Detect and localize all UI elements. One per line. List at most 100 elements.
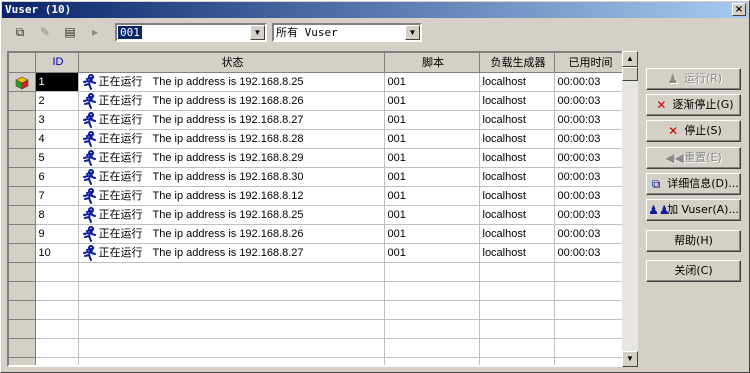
- cell-elapsed[interactable]: 00:00:03: [554, 243, 625, 263]
- run-one-icon[interactable]: ▸: [86, 23, 104, 41]
- close-button[interactable]: 关闭(C): [646, 260, 741, 282]
- row-header[interactable]: [9, 91, 36, 111]
- run-button[interactable]: ♟ 运行(R): [646, 68, 741, 90]
- row-header[interactable]: [9, 148, 36, 168]
- table-row[interactable]: 10 正在运行 The ip address is 192.168.8.27 001 l…: [9, 243, 625, 263]
- cell-status[interactable]: 正在运行 The ip address is 192.168.8.26: [78, 224, 385, 244]
- row-header[interactable]: [9, 243, 36, 263]
- cell-script[interactable]: 001: [384, 110, 480, 130]
- cell-id[interactable]: 7: [35, 186, 79, 206]
- help-button-label: 帮助(H): [674, 234, 713, 247]
- table-row[interactable]: 3 正在运行 The ip address is 192.168.8.27 001 lo…: [9, 110, 625, 130]
- cell-id[interactable]: 8: [35, 205, 79, 225]
- table-row[interactable]: 6 正在运行 The ip address is 192.168.8.30 001 lo…: [9, 167, 625, 187]
- scroll-down-icon[interactable]: ▼: [622, 351, 638, 367]
- chevron-down-icon[interactable]: ▼: [405, 25, 420, 40]
- cell-generator[interactable]: localhost: [479, 205, 555, 225]
- table-row[interactable]: 9 正在运行 The ip address is 192.168.8.26 001 lo…: [9, 224, 625, 244]
- cell-status[interactable]: 正在运行 The ip address is 192.168.8.26: [78, 91, 385, 111]
- cell-status[interactable]: 正在运行 The ip address is 192.168.8.30: [78, 167, 385, 187]
- cell-status[interactable]: 正在运行 The ip address is 192.168.8.25: [78, 205, 385, 225]
- table-row[interactable]: 4 正在运行 The ip address is 192.168.8.28 001 lo…: [9, 129, 625, 149]
- row-header[interactable]: [9, 224, 36, 244]
- cell-id[interactable]: 2: [35, 91, 79, 111]
- cell-elapsed[interactable]: 00:00:03: [554, 205, 625, 225]
- row-header[interactable]: [9, 129, 36, 149]
- cell-id[interactable]: 9: [35, 224, 79, 244]
- gradual-stop-button[interactable]: ✕ 逐渐停止(G): [646, 94, 741, 116]
- table-row[interactable]: 7 正在运行 The ip address is 192.168.8.12 001 lo…: [9, 186, 625, 206]
- vertical-scrollbar[interactable]: ▲ ▼: [622, 51, 638, 367]
- cell-elapsed[interactable]: 00:00:03: [554, 91, 625, 111]
- cell-script[interactable]: 001: [384, 91, 480, 111]
- cell-generator[interactable]: localhost: [479, 243, 555, 263]
- row-header[interactable]: [9, 110, 36, 130]
- cell-generator[interactable]: localhost: [479, 72, 555, 92]
- cell-generator[interactable]: localhost: [479, 91, 555, 111]
- cell-script[interactable]: 001: [384, 224, 480, 244]
- cell-generator[interactable]: localhost: [479, 186, 555, 206]
- reset-button[interactable]: ◀◀重置(E): [646, 147, 741, 169]
- row-header[interactable]: [9, 72, 36, 92]
- scroll-up-icon[interactable]: ▲: [622, 51, 638, 67]
- cell-status[interactable]: 正在运行 The ip address is 192.168.8.29: [78, 148, 385, 168]
- cell-id[interactable]: 4: [35, 129, 79, 149]
- cell-script[interactable]: 001: [384, 243, 480, 263]
- cell-generator[interactable]: localhost: [479, 148, 555, 168]
- cell-elapsed[interactable]: 00:00:03: [554, 224, 625, 244]
- row-header[interactable]: [9, 205, 36, 225]
- table-row[interactable]: 2 正在运行 The ip address is 192.168.8.26 001 lo…: [9, 91, 625, 111]
- cell-elapsed[interactable]: 00:00:03: [554, 110, 625, 130]
- scroll-thumb[interactable]: [622, 67, 638, 81]
- chevron-down-icon[interactable]: ▼: [250, 25, 265, 40]
- row-header[interactable]: [9, 167, 36, 187]
- column-header-id[interactable]: ID: [35, 53, 79, 73]
- table-row[interactable]: 8 正在运行 The ip address is 192.168.8.25 001 lo…: [9, 205, 625, 225]
- cell-status[interactable]: 正在运行 The ip address is 192.168.8.12: [78, 186, 385, 206]
- cell-script[interactable]: 001: [384, 129, 480, 149]
- cell-elapsed[interactable]: 00:00:03: [554, 148, 625, 168]
- cell-status[interactable]: 正在运行 The ip address is 192.168.8.28: [78, 129, 385, 149]
- cell-status[interactable]: 正在运行 The ip address is 192.168.8.27: [78, 243, 385, 263]
- cell-status[interactable]: 正在运行 The ip address is 192.168.8.27: [78, 110, 385, 130]
- cell-generator[interactable]: localhost: [479, 224, 555, 244]
- empty-cell: [78, 319, 385, 339]
- cell-script[interactable]: 001: [384, 186, 480, 206]
- cell-elapsed[interactable]: 00:00:03: [554, 167, 625, 187]
- cell-id[interactable]: 5: [35, 148, 79, 168]
- row-header[interactable]: [9, 186, 36, 206]
- column-header-script[interactable]: 脚本: [384, 53, 480, 73]
- add-vuser-button[interactable]: ♟♟加 Vuser(A)...: [646, 199, 741, 221]
- cell-status[interactable]: 正在运行 The ip address is 192.168.8.25: [78, 72, 385, 92]
- cell-script[interactable]: 001: [384, 167, 480, 187]
- table-row[interactable]: 5 正在运行 The ip address is 192.168.8.29 001 lo…: [9, 148, 625, 168]
- cell-id[interactable]: 3: [35, 110, 79, 130]
- cell-elapsed[interactable]: 00:00:03: [554, 129, 625, 149]
- cell-id[interactable]: 1: [35, 72, 79, 92]
- cell-id[interactable]: 6: [35, 167, 79, 187]
- stop-button[interactable]: ✕ 停止(S): [646, 120, 741, 142]
- vuser-filter-combo[interactable]: 所有 Vuser ▼: [272, 23, 422, 42]
- column-header-generator[interactable]: 负载生成器: [479, 53, 555, 73]
- cell-script[interactable]: 001: [384, 205, 480, 225]
- cell-elapsed[interactable]: 00:00:03: [554, 72, 625, 92]
- id-filter-combo[interactable]: 001 ▼: [115, 23, 267, 42]
- help-button[interactable]: 帮助(H): [646, 230, 741, 252]
- empty-row: [9, 262, 625, 282]
- details-button[interactable]: ⧉ 详细信息(D)...: [646, 173, 741, 195]
- cell-generator[interactable]: localhost: [479, 110, 555, 130]
- cell-elapsed[interactable]: 00:00:03: [554, 186, 625, 206]
- cell-generator[interactable]: localhost: [479, 129, 555, 149]
- cell-id[interactable]: 10: [35, 243, 79, 263]
- window-close-button[interactable]: ×: [732, 3, 746, 16]
- log-icon[interactable]: ▤: [61, 23, 79, 41]
- cell-script[interactable]: 001: [384, 72, 480, 92]
- column-header-status[interactable]: 状态: [78, 53, 385, 73]
- cell-script[interactable]: 001: [384, 148, 480, 168]
- cube-icon: [15, 76, 29, 89]
- table-row[interactable]: 1 正在运行 The ip address is 192.168.8.25 001 lo…: [9, 72, 625, 92]
- details-icon[interactable]: ⧉: [11, 23, 29, 41]
- cell-generator[interactable]: localhost: [479, 167, 555, 187]
- column-header-elapsed[interactable]: 已用时间: [554, 53, 625, 73]
- edit-icon[interactable]: ✎: [36, 23, 54, 41]
